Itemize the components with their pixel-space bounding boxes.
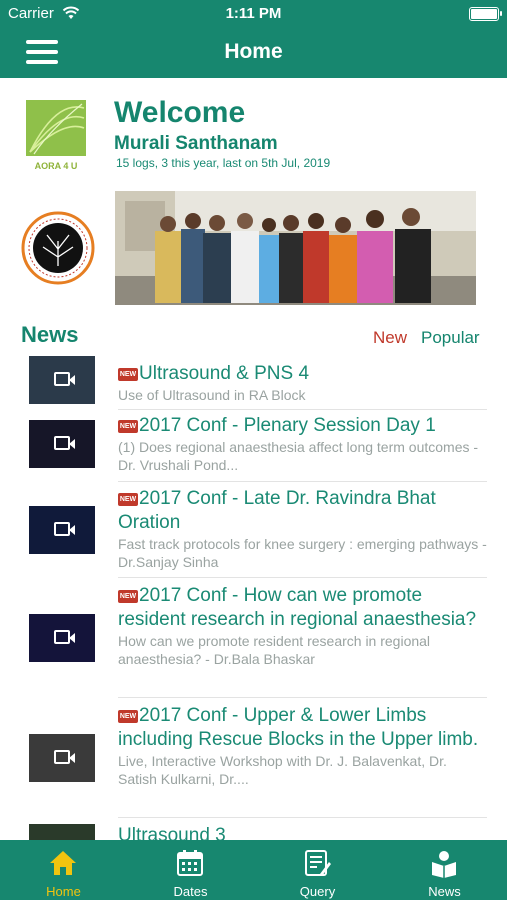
news-tab-new[interactable]: New <box>373 328 407 348</box>
tab-query[interactable]: Query <box>254 840 381 900</box>
status-bar: Carrier 1:11 PM <box>0 0 507 28</box>
page-title: Home <box>224 40 283 63</box>
news-item[interactable]: NEW 2017 Conf - Plenary Session Day 1 (1)… <box>0 410 507 482</box>
user-name: Murali Santhanam <box>114 133 278 154</box>
calendar-icon <box>177 850 203 876</box>
news-item-title: Ultrasound 3 <box>118 825 226 840</box>
tab-query-label: Query <box>299 884 336 899</box>
news-heading: News <box>21 322 79 347</box>
video-thumbnail <box>29 506 95 554</box>
news-item-description: Use of Ultrasound in RA Block <box>118 387 306 403</box>
home-icon <box>50 851 76 875</box>
new-badge-icon: NEW <box>118 420 138 433</box>
news-item-title: 2017 Conf - Upper & Lower Limbs includin… <box>118 705 479 750</box>
academy-seal-logo <box>21 211 95 285</box>
video-thumbnail <box>29 420 95 468</box>
news-reader-icon <box>432 851 456 878</box>
clock: 1:11 PM <box>225 5 282 22</box>
video-thumbnail <box>29 356 95 404</box>
new-badge-icon: NEW <box>118 710 138 723</box>
query-icon <box>305 850 331 876</box>
svg-text:AORA 4 U: AORA 4 U <box>35 161 78 171</box>
new-badge-icon: NEW <box>118 493 138 506</box>
tab-dates[interactable]: Dates <box>127 840 254 900</box>
news-item-title: 2017 Conf - How can we promote resident … <box>118 585 477 630</box>
group-photo <box>115 191 476 305</box>
nav-bar: Home <box>0 28 507 78</box>
video-camera-icon <box>54 436 75 450</box>
battery-icon <box>469 7 502 21</box>
news-item-description: How can we promote resident research in … <box>118 633 431 667</box>
log-summary: 15 logs, 3 this year, last on 5th Jul, 2… <box>116 156 331 170</box>
news-item[interactable]: NEW 2017 Conf - Upper & Lower Limbs inclu… <box>0 698 507 818</box>
welcome-heading: Welcome <box>114 96 246 129</box>
video-thumbnail <box>29 614 95 662</box>
news-item[interactable]: NEW 2017 Conf - Late Dr. Ravindra Bhat Or… <box>0 482 507 578</box>
bottom-tab-bar: Home Dates Query News <box>0 840 507 900</box>
tab-news-label: News <box>428 884 461 899</box>
tab-dates-label: Dates <box>173 884 208 899</box>
tab-home[interactable]: Home <box>0 840 127 900</box>
video-camera-icon <box>54 750 75 764</box>
news-item[interactable]: NEW Ultrasound & PNS 4 Use of Ultrasound … <box>0 354 507 410</box>
tab-home-label: Home <box>46 884 81 899</box>
news-item[interactable]: NEW 2017 Conf - How can we promote reside… <box>0 578 507 698</box>
news-item-description: (1) Does regional anaesthesia affect lon… <box>118 439 479 473</box>
aora-logo: AORA 4 U <box>26 100 86 171</box>
news-tab-popular[interactable]: Popular <box>421 328 480 348</box>
video-thumbnail <box>29 734 95 782</box>
new-badge-icon: NEW <box>118 590 138 603</box>
video-camera-icon <box>54 630 75 644</box>
video-camera-icon <box>54 522 75 536</box>
news-item-description: Fast track protocols for knee surgery : … <box>118 536 487 570</box>
video-thumbnail <box>29 824 95 840</box>
news-item-title: 2017 Conf - Late Dr. Ravindra Bhat Orati… <box>118 488 436 533</box>
news-item-title: 2017 Conf - Plenary Session Day 1 <box>139 415 436 436</box>
video-camera-icon <box>54 372 75 386</box>
news-item-title: Ultrasound & PNS 4 <box>139 363 310 384</box>
tab-news[interactable]: News <box>381 840 507 900</box>
news-item-description: Live, Interactive Workshop with Dr. J. B… <box>118 753 447 787</box>
new-badge-icon: NEW <box>118 368 138 381</box>
news-list[interactable]: NEW Ultrasound & PNS 4 Use of Ultrasound … <box>0 350 507 840</box>
news-item[interactable]: Ultrasound 3 <box>0 818 507 840</box>
